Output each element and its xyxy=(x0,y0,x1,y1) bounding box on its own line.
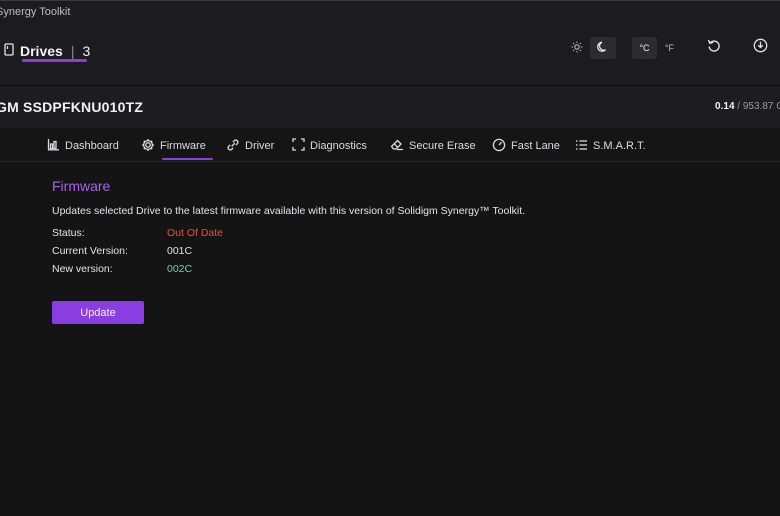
drive-used: 0.14 xyxy=(715,101,735,112)
update-button[interactable]: Update xyxy=(52,301,144,324)
drive-tabs: Dashboard Firmware Driver Diagnostics Se… xyxy=(0,128,780,162)
gear-icon xyxy=(141,138,155,155)
download-button[interactable] xyxy=(750,37,770,59)
drive-icon xyxy=(4,43,14,59)
drive-info-bar: GM SSDPFKNU010TZ 0.14 / 953.87 G xyxy=(0,86,780,128)
download-icon xyxy=(753,38,768,58)
scan-icon xyxy=(292,138,305,154)
tab-smart-label: S.M.A.R.T. xyxy=(593,140,646,152)
title-bar: Synergy Toolkit xyxy=(0,0,780,24)
drives-label: Drives xyxy=(20,43,63,59)
current-version-label: Current Version: xyxy=(52,245,128,257)
tab-secure-erase-label: Secure Erase xyxy=(409,140,476,152)
drive-name: GM SSDPFKNU010TZ xyxy=(0,99,144,115)
tab-dashboard-label: Dashboard xyxy=(65,140,119,152)
status-row: Status: Out Of Date xyxy=(52,227,352,241)
app-header: Drives | 3 °C °F xyxy=(0,24,780,86)
status-label: Status: xyxy=(52,227,85,239)
drives-separator: | xyxy=(70,43,75,59)
new-version-row: New version: 002C xyxy=(52,263,352,277)
theme-light-button[interactable] xyxy=(564,37,590,59)
tab-diagnostics-label: Diagnostics xyxy=(310,140,367,152)
tab-fast-lane-label: Fast Lane xyxy=(511,140,560,152)
refresh-icon xyxy=(707,39,721,58)
theme-dark-button[interactable] xyxy=(590,37,616,59)
gauge-icon xyxy=(492,138,506,155)
section-title: Firmware xyxy=(52,178,111,194)
tab-driver[interactable]: Driver xyxy=(226,137,274,155)
app-title: Synergy Toolkit xyxy=(0,6,71,18)
tab-firmware-label: Firmware xyxy=(160,140,206,152)
fahrenheit-button[interactable]: °F xyxy=(657,37,682,59)
tab-driver-label: Driver xyxy=(245,140,275,152)
theme-toggle[interactable] xyxy=(564,37,616,59)
active-tab-indicator xyxy=(162,158,213,160)
new-version-value: 002C xyxy=(167,263,193,275)
temperature-unit-toggle[interactable]: °C °F xyxy=(632,37,682,59)
moon-icon xyxy=(597,41,609,56)
status-value: Out Of Date xyxy=(167,227,224,239)
section-description: Updates selected Drive to the latest fir… xyxy=(52,205,526,217)
tab-dashboard[interactable]: Dashboard xyxy=(47,137,119,155)
tab-fast-lane[interactable]: Fast Lane xyxy=(492,137,560,155)
drive-capacity-total: / 953.87 G xyxy=(737,101,780,112)
current-version-value: 001C xyxy=(167,245,193,257)
current-version-row: Current Version: 001C xyxy=(52,245,352,259)
tab-smart[interactable]: S.M.A.R.T. xyxy=(575,137,646,155)
tab-secure-erase[interactable]: Secure Erase xyxy=(390,137,476,155)
list-icon xyxy=(575,139,588,154)
eraser-icon xyxy=(390,138,404,154)
drive-capacity: 0.14 / 953.87 G xyxy=(715,101,780,112)
sun-icon xyxy=(571,41,583,56)
app-window: Synergy Toolkit Drives | 3 °C °F GM SSDP… xyxy=(0,0,780,516)
drives-count: 3 xyxy=(82,43,91,59)
dashboard-icon xyxy=(47,138,60,154)
tab-diagnostics[interactable]: Diagnostics xyxy=(292,137,367,155)
celsius-button[interactable]: °C xyxy=(632,37,657,59)
new-version-label: New version: xyxy=(52,263,113,275)
tab-firmware[interactable]: Firmware xyxy=(141,137,206,155)
refresh-button[interactable] xyxy=(704,37,724,59)
link-icon xyxy=(226,138,240,155)
drives-tab-indicator xyxy=(22,59,87,62)
